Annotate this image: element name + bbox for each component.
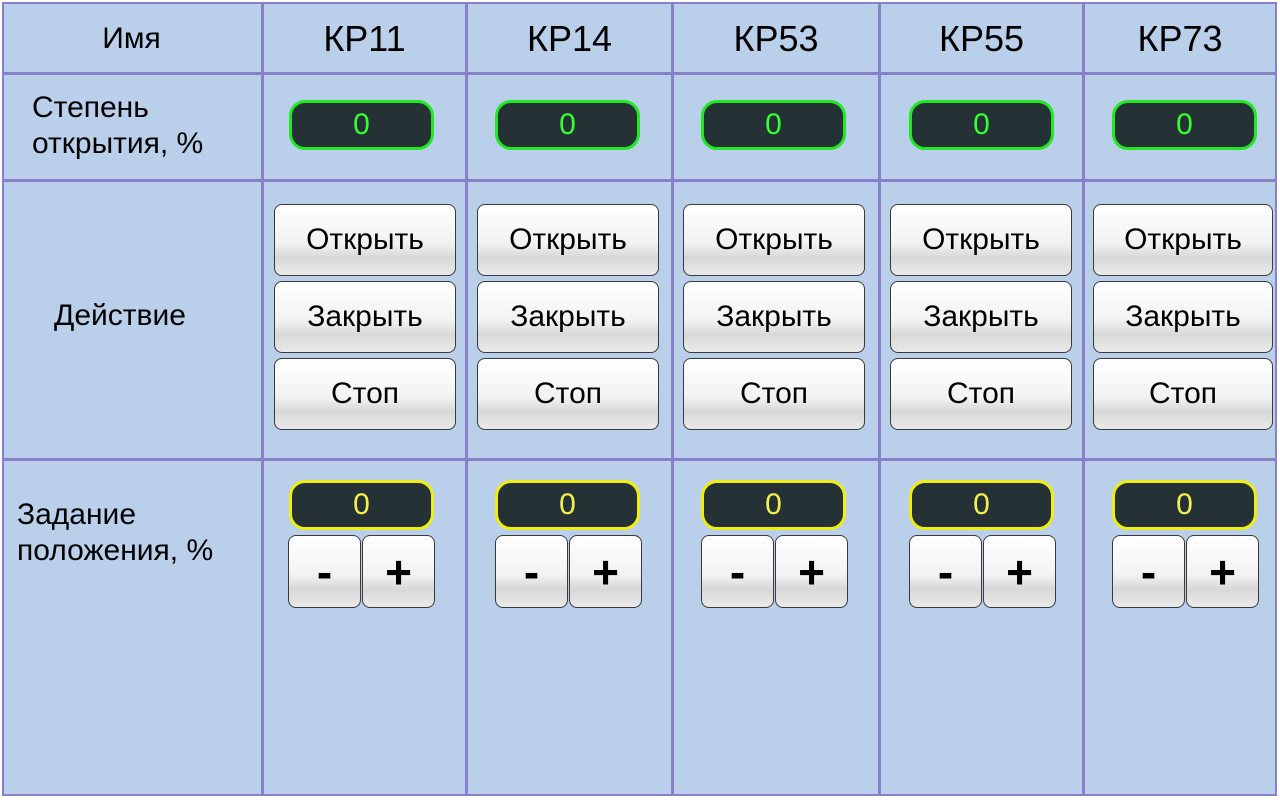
setpoint-decrease-button-kr55[interactable]: - — [909, 535, 982, 608]
name-row-label: Имя — [102, 22, 161, 55]
valve-name-kr53: КР53 — [733, 18, 819, 59]
valve-control-panel: Имя Степень открытия, % Действие Задание… — [2, 2, 1277, 796]
stop-button-kr53[interactable]: Стоп — [683, 358, 865, 430]
open-button-kr55[interactable]: Открыть — [890, 204, 1072, 276]
setpoint-increase-button-kr73[interactable]: + — [1186, 535, 1259, 608]
setpoint-display-kr73: 0 — [1112, 480, 1257, 530]
setpoint-display-kr53: 0 — [701, 480, 846, 530]
grid-column-divider — [261, 4, 264, 794]
setpoint-row-label-line2: положения, % — [17, 534, 214, 567]
setpoint-decrease-button-kr11[interactable]: - — [288, 535, 361, 608]
opening-display-kr53: 0 — [701, 100, 846, 150]
grid-column-divider — [671, 4, 674, 794]
setpoint-row-label: Задание положения, % — [17, 497, 213, 569]
setpoint-decrease-button-kr73[interactable]: - — [1112, 535, 1185, 608]
setpoint-row-label-line1: Задание — [17, 498, 137, 531]
opening-row-label-line2: открытия, % — [32, 127, 204, 160]
action-row-label: Действие — [54, 299, 186, 332]
setpoint-decrease-button-kr53[interactable]: - — [701, 535, 774, 608]
close-button-kr53[interactable]: Закрыть — [683, 281, 865, 353]
stop-button-kr73[interactable]: Стоп — [1093, 358, 1273, 430]
setpoint-decrease-button-kr14[interactable]: - — [495, 535, 568, 608]
grid-column-divider — [878, 4, 881, 794]
opening-display-kr11: 0 — [289, 100, 434, 150]
valve-name-kr14: КР14 — [526, 18, 613, 59]
opening-display-kr14: 0 — [495, 100, 640, 150]
grid-column-divider — [465, 4, 468, 794]
opening-display-kr73: 0 — [1112, 100, 1257, 150]
close-button-kr11[interactable]: Закрыть — [274, 281, 456, 353]
open-button-kr53[interactable]: Открыть — [683, 204, 865, 276]
setpoint-increase-button-kr14[interactable]: + — [569, 535, 642, 608]
opening-display-kr55: 0 — [909, 100, 1054, 150]
setpoint-increase-button-kr11[interactable]: + — [362, 535, 435, 608]
stop-button-kr11[interactable]: Стоп — [274, 358, 456, 430]
valve-name-kr73: КР73 — [1137, 18, 1223, 59]
grid-row-divider — [4, 458, 1275, 461]
open-button-kr73[interactable]: Открыть — [1093, 204, 1273, 276]
stop-button-kr14[interactable]: Стоп — [477, 358, 659, 430]
opening-row-label-line1: Степень — [32, 91, 149, 124]
setpoint-display-kr14: 0 — [495, 480, 640, 530]
grid-column-divider — [1082, 4, 1085, 794]
setpoint-increase-button-kr53[interactable]: + — [775, 535, 848, 608]
open-button-kr11[interactable]: Открыть — [274, 204, 456, 276]
open-button-kr14[interactable]: Открыть — [477, 204, 659, 276]
valve-name-kr11: КР11 — [323, 18, 406, 59]
setpoint-display-kr55: 0 — [909, 480, 1054, 530]
valve-name-kr55: КР55 — [938, 18, 1025, 59]
opening-row-label: Степень открытия, % — [32, 90, 203, 162]
setpoint-increase-button-kr55[interactable]: + — [983, 535, 1056, 608]
stop-button-kr55[interactable]: Стоп — [890, 358, 1072, 430]
grid-row-divider — [4, 179, 1275, 182]
close-button-kr73[interactable]: Закрыть — [1093, 281, 1273, 353]
setpoint-display-kr11: 0 — [289, 480, 434, 530]
close-button-kr55[interactable]: Закрыть — [890, 281, 1072, 353]
close-button-kr14[interactable]: Закрыть — [477, 281, 659, 353]
